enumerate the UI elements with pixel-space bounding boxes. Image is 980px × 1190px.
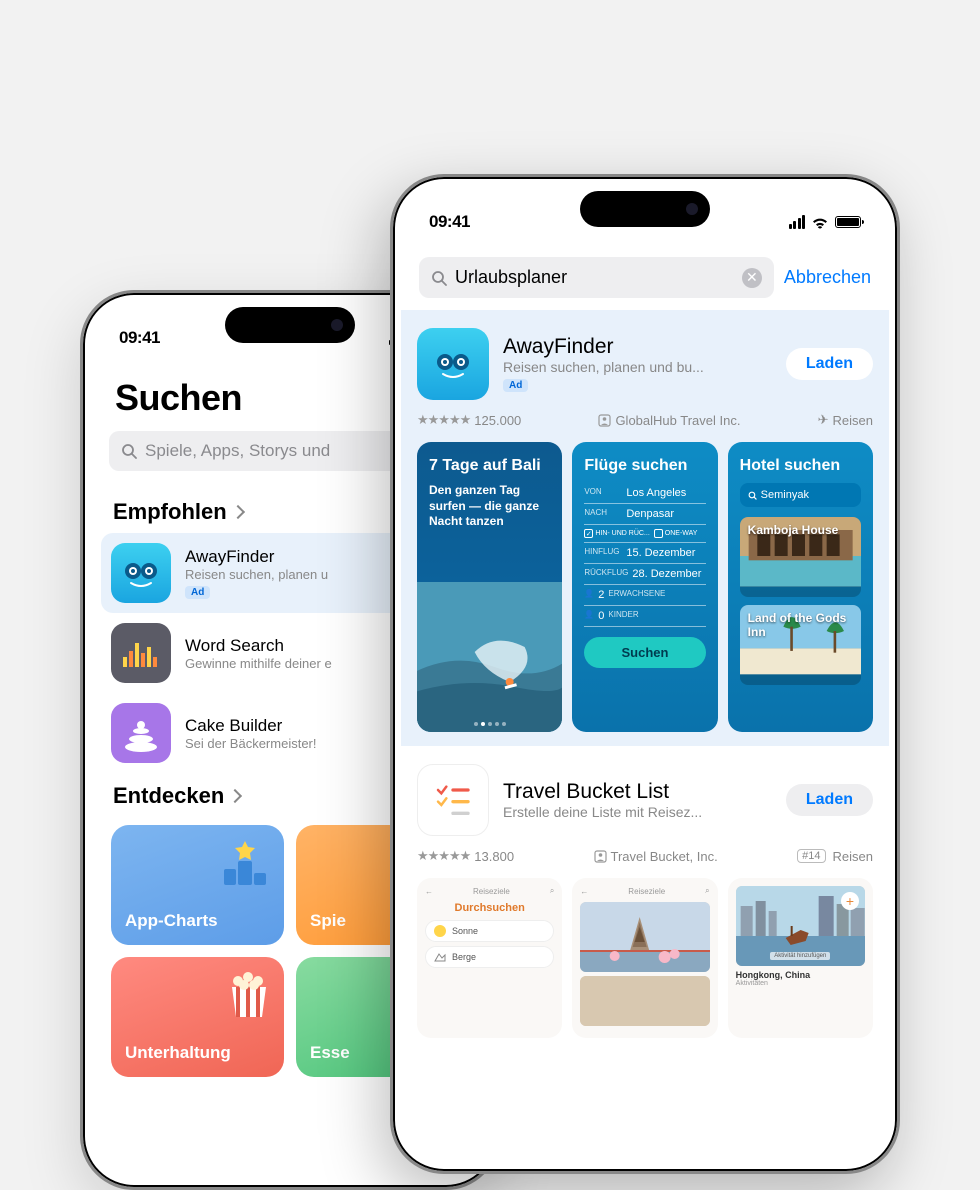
result-awayfinder[interactable]: AwayFinder Reisen suchen, planen und bu.… (401, 310, 889, 746)
load-button[interactable]: Laden (786, 784, 873, 816)
ad-badge: Ad (503, 379, 528, 392)
result-bucketlist[interactable]: Travel Bucket List Erstelle deine Liste … (401, 746, 889, 1052)
status-time: 09:41 (429, 212, 470, 232)
status-time: 09:41 (119, 328, 160, 348)
wifi-icon (811, 215, 829, 229)
app-name: Travel Bucket List (503, 780, 772, 804)
app-subtitle: Erstelle deine Liste mit Reisez... (503, 804, 733, 820)
screenshot-flights[interactable]: Flüge suchen VONLos Angeles NACHDenpasar… (572, 442, 717, 732)
search-icon (748, 491, 757, 500)
chevron-right-icon (228, 789, 242, 803)
rating: ★★★★★ 13.800 (417, 848, 514, 864)
page-dots (474, 722, 506, 726)
search-value: Urlaubsplaner (455, 267, 567, 288)
app-subtitle: Reisen suchen, planen und bu... (503, 359, 733, 375)
developer: GlobalHub Travel Inc. (598, 413, 740, 428)
category: #14 Reisen (797, 849, 873, 864)
search-flights-button[interactable]: Suchen (584, 637, 705, 668)
tile-unterhaltung[interactable]: Unterhaltung (111, 957, 284, 1077)
wordsearch-icon (111, 623, 171, 683)
signal-icon (789, 215, 806, 229)
developer-icon (594, 850, 607, 863)
screenshot-bali[interactable]: 7 Tage auf Bali Den ganzen Tag surfen — … (417, 442, 562, 732)
phone-search-results: 09:41 Urlaubsplaner ✕ Abbrechen (390, 174, 900, 1174)
stars-icon: ★★★★★ (417, 848, 470, 864)
surf-image (417, 582, 562, 732)
clear-button[interactable]: ✕ (742, 268, 762, 288)
cakebuilder-icon (111, 703, 171, 763)
cancel-button[interactable]: Abbrechen (784, 267, 871, 288)
screenshot-hongkong[interactable]: + Aktivität hinzufügen Hongkong, China A… (728, 878, 873, 1038)
screenshot-destinations[interactable]: ←Reiseziele⌕ (572, 878, 717, 1038)
rating: ★★★★★ 125.000 (417, 412, 521, 428)
tile-app-charts[interactable]: App-Charts (111, 825, 284, 945)
dynamic-island (580, 191, 710, 227)
hotel-search-field[interactable]: Seminyak (740, 483, 861, 507)
search-input[interactable]: Urlaubsplaner ✕ (419, 257, 774, 298)
developer-icon (598, 414, 611, 427)
trophy-icon (218, 837, 272, 891)
screenshot-browse[interactable]: ←Reiseziele⌕ Durchsuchen Sonne Berge (417, 878, 562, 1038)
search-icon: ⌕ (705, 886, 709, 896)
awayfinder-icon (417, 328, 489, 400)
hotel-card[interactable]: Kamboja House (740, 517, 861, 597)
add-button[interactable]: + (841, 892, 859, 910)
hotel-card[interactable]: Land of the Gods Inn (740, 605, 861, 685)
developer: Travel Bucket, Inc. (594, 849, 718, 864)
ad-badge: Ad (185, 586, 210, 599)
popcorn-icon (224, 967, 274, 1023)
app-name: AwayFinder (503, 335, 772, 359)
stars-icon: ★★★★★ (417, 412, 470, 428)
screenshot-hotels[interactable]: Hotel suchen Seminyak Kamboja House Land… (728, 442, 873, 732)
search-icon: ⌕ (550, 886, 554, 896)
search-icon (121, 443, 137, 459)
category: ✈ Reisen (818, 412, 873, 428)
plane-icon: ✈ (818, 412, 829, 428)
dynamic-island (225, 307, 355, 343)
awayfinder-icon (111, 543, 171, 603)
load-button[interactable]: Laden (786, 348, 873, 380)
bucketlist-icon (417, 764, 489, 836)
battery-icon (835, 216, 861, 228)
chevron-right-icon (231, 505, 245, 519)
search-placeholder: Spiele, Apps, Storys und (145, 441, 330, 461)
search-icon (431, 270, 447, 286)
